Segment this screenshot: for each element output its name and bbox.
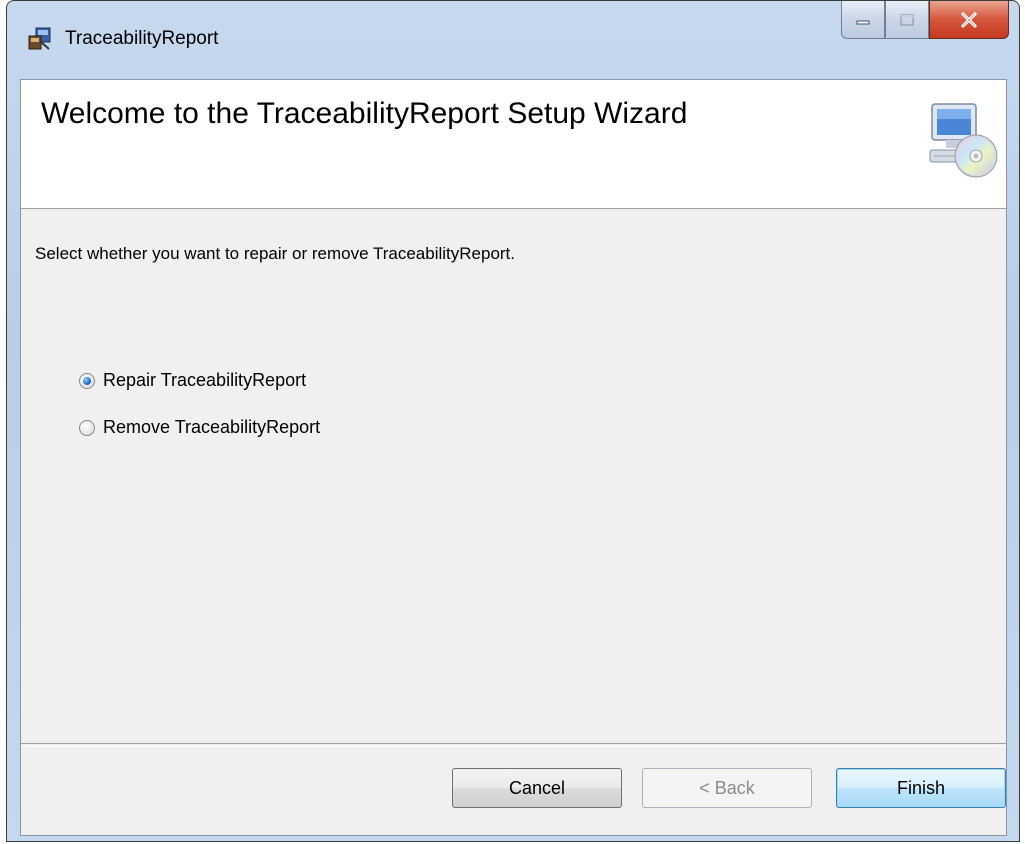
close-icon	[961, 11, 977, 28]
minimize-button[interactable]	[841, 1, 885, 39]
caption-buttons	[841, 1, 1009, 41]
minimize-icon	[856, 20, 870, 24]
cancel-button[interactable]: Cancel	[452, 768, 622, 808]
maximize-button[interactable]	[885, 1, 929, 39]
instruction-text: Select whether you want to repair or rem…	[35, 244, 516, 263]
footer-divider	[21, 743, 1006, 747]
computer-cd-icon	[929, 103, 998, 178]
title-bar[interactable]: TraceabilityReport	[7, 1, 1019, 79]
page-title: Welcome to the TraceabilityReport Setup …	[41, 97, 688, 130]
remove-option[interactable]: Remove TraceabilityReport	[79, 417, 320, 438]
back-button[interactable]: < Back	[642, 768, 812, 808]
close-button[interactable]	[929, 1, 1009, 39]
wizard-content: Welcome to the TraceabilityReport Setup …	[20, 79, 1007, 836]
repair-radio[interactable]	[79, 372, 95, 389]
installer-icon	[28, 27, 51, 50]
wizard-window: TraceabilityReport Welcome to the Tracea…	[6, 0, 1020, 842]
wizard-banner: Welcome to the TraceabilityReport Setup …	[21, 80, 1006, 209]
remove-radio[interactable]	[79, 419, 95, 436]
maximize-icon	[900, 13, 914, 26]
remove-label[interactable]: Remove TraceabilityReport	[103, 417, 320, 438]
finish-button[interactable]: Finish	[836, 768, 1006, 808]
window-title: TraceabilityReport	[65, 28, 219, 49]
repair-label[interactable]: Repair TraceabilityReport	[103, 370, 306, 391]
repair-option[interactable]: Repair TraceabilityReport	[79, 370, 306, 391]
